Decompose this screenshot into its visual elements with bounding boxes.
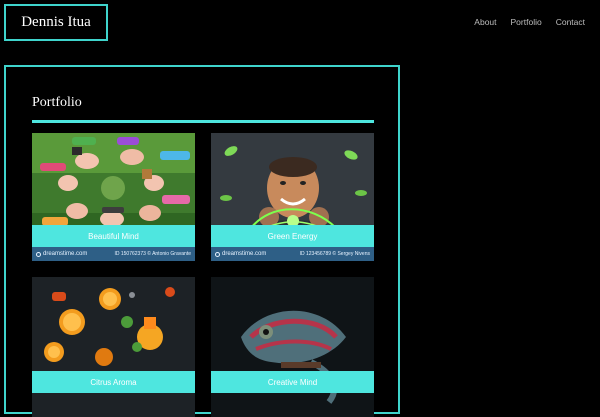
top-nav: About Portfolio Contact xyxy=(474,17,585,27)
watermark-dot-icon xyxy=(36,251,41,257)
nav-contact-link[interactable]: Contact xyxy=(556,17,585,27)
nav-about-link[interactable]: About xyxy=(474,17,496,27)
brand-name: Dennis Itua xyxy=(21,14,91,30)
portfolio-panel: Portfolio Beautiful Mind dreamstime.com … xyxy=(4,65,400,417)
portfolio-card-citrus-aroma[interactable]: Citrus Aroma xyxy=(32,277,195,417)
watermark-logo: dreamstime.com xyxy=(36,251,87,257)
watermark-dot-icon xyxy=(215,251,220,257)
title-divider xyxy=(32,120,374,123)
card-label: Citrus Aroma xyxy=(32,371,195,393)
watermark-id: ID 123456789 © Sergey Nivens xyxy=(299,251,370,257)
portfolio-card-beautiful-mind[interactable]: Beautiful Mind dreamstime.com ID 1507623… xyxy=(32,133,195,261)
citrus-photo xyxy=(32,277,195,417)
card-label: Beautiful Mind xyxy=(32,225,195,247)
page-title: Portfolio xyxy=(32,95,82,110)
portfolio-card-creative-mind[interactable]: Creative Mind xyxy=(211,277,374,417)
watermark-bar: dreamstime.com ID 123456789 © Sergey Niv… xyxy=(211,247,374,261)
watermark-logo: dreamstime.com xyxy=(215,251,266,257)
card-label: Green Energy xyxy=(211,225,374,247)
card-label: Creative Mind xyxy=(211,371,374,393)
watermark-text: dreamstime.com xyxy=(222,251,267,257)
chameleon-photo xyxy=(211,277,374,417)
nav-portfolio-link[interactable]: Portfolio xyxy=(511,17,542,27)
portfolio-card-green-energy[interactable]: Green Energy dreamstime.com ID 123456789… xyxy=(211,133,374,261)
watermark-id: ID 150762373 © Antonio Gravante xyxy=(114,251,191,257)
watermark-text: dreamstime.com xyxy=(43,251,88,257)
brand-logo[interactable]: Dennis Itua xyxy=(4,4,108,41)
watermark-bar: dreamstime.com ID 150762373 © Antonio Gr… xyxy=(32,247,195,261)
